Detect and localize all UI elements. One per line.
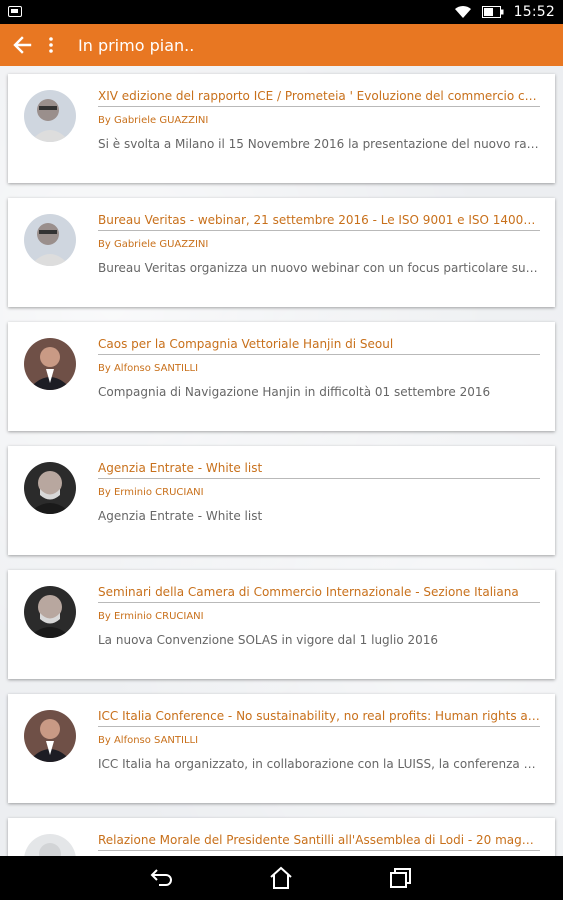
- article-card[interactable]: ICC Italia Conference - No sustainabilit…: [8, 694, 555, 803]
- avatar: [24, 586, 76, 638]
- article-summary: Bureau Veritas organizza un nuovo webina…: [98, 261, 540, 275]
- wifi-icon: [454, 5, 472, 19]
- article-summary: Agenzia Entrate - White list: [98, 509, 263, 523]
- article-card[interactable]: Agenzia Entrate - White list By Erminio …: [8, 446, 555, 555]
- article-card[interactable]: XIV edizione del rapporto ICE / Prometei…: [8, 74, 555, 183]
- article-author: By Alfonso SANTILLI: [98, 735, 199, 746]
- article-card[interactable]: Seminari della Camera di Commercio Inter…: [8, 570, 555, 679]
- avatar: [24, 338, 76, 390]
- nav-home-button[interactable]: [268, 866, 294, 890]
- avatar: [24, 834, 76, 856]
- article-summary: La nuova Convenzione SOLAS in vigore dal…: [98, 633, 439, 647]
- article-title[interactable]: Seminari della Camera di Commercio Inter…: [98, 585, 540, 603]
- article-title[interactable]: Relazione Morale del Presidente Santilli…: [98, 833, 540, 851]
- article-title[interactable]: Caos per la Compagnia Vettoriale Hanjin …: [98, 337, 540, 355]
- article-summary: ICC Italia ha organizzato, in collaboraz…: [98, 757, 540, 771]
- article-card[interactable]: Relazione Morale del Presidente Santilli…: [8, 818, 555, 856]
- article-author: By Erminio CRUCIANI: [98, 487, 204, 498]
- avatar: [24, 462, 76, 514]
- article-author: By Erminio CRUCIANI: [98, 611, 204, 622]
- article-author: By Gabriele GUAZZINI: [98, 239, 209, 250]
- nav-back-icon: [150, 869, 172, 886]
- nav-recents-button[interactable]: [388, 866, 414, 890]
- back-button[interactable]: [2, 24, 42, 66]
- overflow-menu-button[interactable]: [42, 24, 60, 66]
- status-right: 15:52: [454, 0, 555, 24]
- article-title[interactable]: Bureau Veritas - webinar, 21 settembre 2…: [98, 213, 540, 231]
- arrow-left-icon: [13, 36, 32, 54]
- avatar: [24, 90, 76, 142]
- more-vert-icon: [49, 37, 53, 53]
- nav-recents-icon: [390, 868, 411, 888]
- status-bar: 15:52: [0, 0, 563, 24]
- avatar: [24, 214, 76, 266]
- article-summary: Compagnia di Navigazione Hanjin in diffi…: [98, 385, 491, 399]
- article-title[interactable]: ICC Italia Conference - No sustainabilit…: [98, 709, 540, 727]
- article-author: By Gabriele GUAZZINI: [98, 115, 209, 126]
- nav-back-button[interactable]: [149, 866, 175, 890]
- article-author: By Alfonso SANTILLI: [98, 363, 199, 374]
- avatar: [24, 710, 76, 762]
- article-list[interactable]: XIV edizione del rapporto ICE / Prometei…: [0, 66, 563, 856]
- article-summary: Si è svolta a Milano il 15 Novembre 2016…: [98, 137, 540, 151]
- notification-icon: [8, 6, 22, 17]
- app-bar: In primo pian..: [0, 24, 563, 66]
- status-time: 15:52: [513, 4, 555, 20]
- nav-home-icon: [270, 866, 292, 889]
- battery-icon: [481, 6, 504, 18]
- article-card[interactable]: Caos per la Compagnia Vettoriale Hanjin …: [8, 322, 555, 431]
- page-title: In primo pian..: [78, 35, 195, 55]
- article-title[interactable]: XIV edizione del rapporto ICE / Prometei…: [98, 89, 540, 107]
- article-title[interactable]: Agenzia Entrate - White list: [98, 461, 540, 479]
- article-card[interactable]: Bureau Veritas - webinar, 21 settembre 2…: [8, 198, 555, 307]
- navigation-bar: [0, 856, 563, 900]
